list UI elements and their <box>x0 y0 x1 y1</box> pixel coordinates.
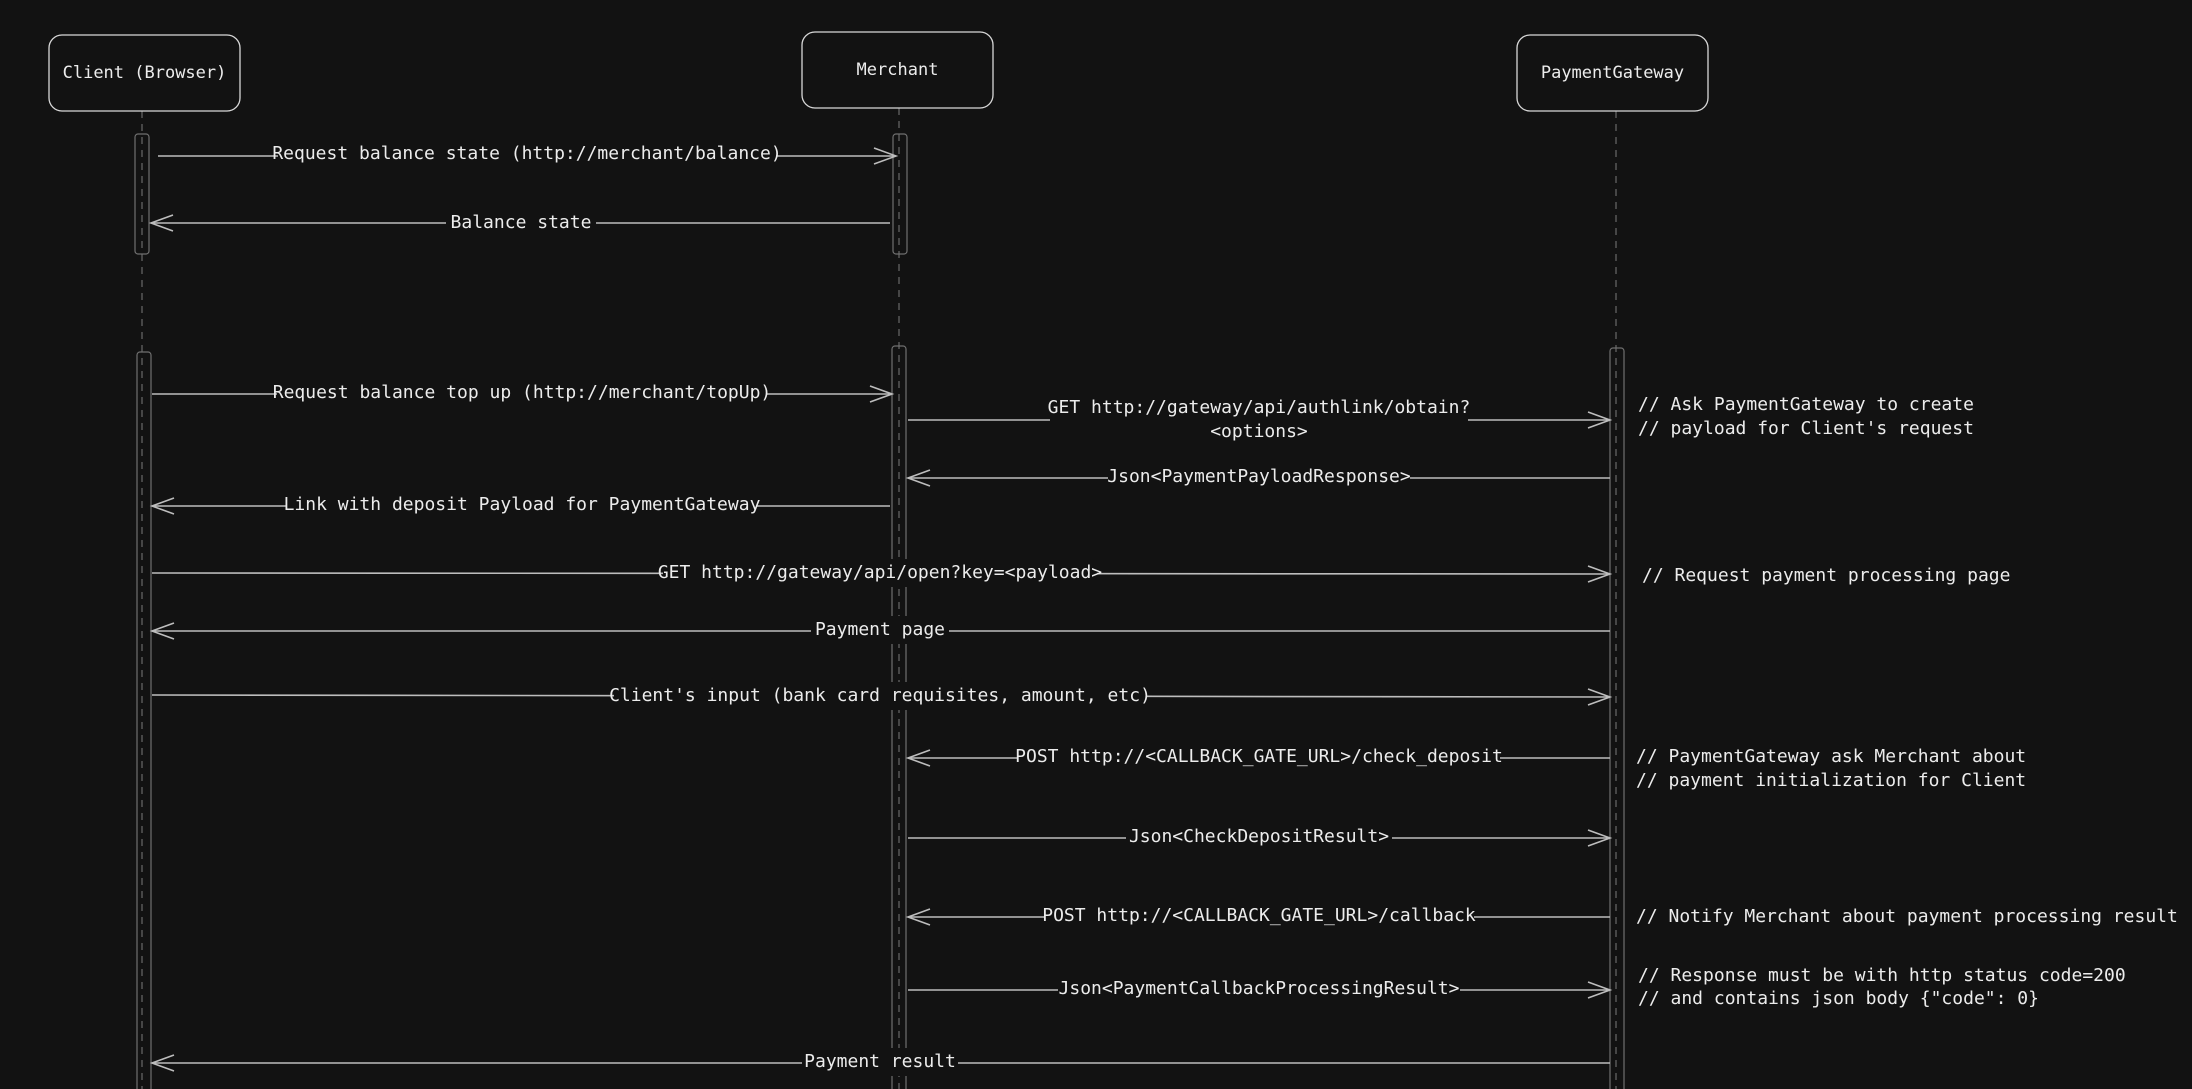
participant-gateway: PaymentGateway <box>1516 34 1709 112</box>
message-request-balance-top-up: Request balance top up (http://merchant/… <box>152 379 895 407</box>
message-get-authlink: GET http://gateway/api/authlink/obtain? … <box>908 396 1613 444</box>
message-label-line-2: <options> <box>1210 421 1308 442</box>
note-notify-merchant: // Notify Merchant about payment process… <box>1636 906 2178 927</box>
note-ask-gateway: // Ask PaymentGateway to create // paylo… <box>1638 394 1974 439</box>
activation-gateway-1 <box>1609 347 1625 1089</box>
message-request-balance-state: Request balance state (http://merchant/b… <box>158 140 899 168</box>
activation-client-2 <box>136 351 152 1089</box>
note-response-requirements: // Response must be with http status cod… <box>1638 965 2126 1009</box>
message-json-payment-callback-result: Json<PaymentCallbackProcessingResult> <box>908 975 1613 1003</box>
message-json-payment-payload-response: Json<PaymentPayloadResponse> <box>905 463 1610 491</box>
message-payment-result: Payment result <box>149 1048 1610 1076</box>
message-label: Json<PaymentPayloadResponse> <box>1107 466 1411 487</box>
message-post-check-deposit: POST http://<CALLBACK_GATE_URL>/check_de… <box>905 743 1610 771</box>
message-label: POST http://<CALLBACK_GATE_URL>/callback <box>1042 905 1476 926</box>
participant-label-merchant: Merchant <box>857 60 939 80</box>
message-label: Json<PaymentCallbackProcessingResult> <box>1059 978 1460 999</box>
message-post-callback: POST http://<CALLBACK_GATE_URL>/callback <box>905 902 1610 930</box>
participant-merchant: Merchant <box>801 31 994 109</box>
note-line-1: // Ask PaymentGateway to create <box>1638 394 1974 415</box>
note-line-1: // Request payment processing page <box>1642 565 2010 586</box>
message-label: POST http://<CALLBACK_GATE_URL>/check_de… <box>1015 746 1503 767</box>
message-link-with-deposit-payload: Link with deposit Payload for PaymentGat… <box>149 491 890 519</box>
message-label: Client's input (bank card requisites, am… <box>609 685 1151 706</box>
message-get-open-payload: GET http://gateway/api/open?key=<payload… <box>151 559 1613 587</box>
messages: Request balance state (http://merchant/b… <box>148 140 1613 1076</box>
note-line-2: // payload for Client's request <box>1638 418 1974 439</box>
note-line-2: // payment initialization for Client <box>1636 770 2026 791</box>
participants: Client (Browser) Merchant PaymentGateway <box>48 31 1709 112</box>
note-line-1: // Response must be with http status cod… <box>1638 965 2126 986</box>
message-label-line-1: GET http://gateway/api/authlink/obtain? <box>1048 397 1471 418</box>
activation-merchant-1 <box>892 133 908 255</box>
notes: // Ask PaymentGateway to create // paylo… <box>1636 394 2178 1009</box>
activation-bars <box>134 133 1625 1089</box>
participant-label-gateway: PaymentGateway <box>1541 63 1684 83</box>
lifelines <box>141 108 1617 1089</box>
message-label: Json<CheckDepositResult> <box>1129 826 1389 847</box>
message-balance-state: Balance state <box>148 209 890 237</box>
note-line-1: // PaymentGateway ask Merchant about <box>1636 746 2026 767</box>
message-label: Request balance top up (http://merchant/… <box>273 382 772 403</box>
note-line-2: // and contains json body {"code": 0} <box>1638 988 2039 1009</box>
sequence-diagram: Client (Browser) Merchant PaymentGateway… <box>48 31 2178 1089</box>
message-label: Link with deposit Payload for PaymentGat… <box>284 494 761 515</box>
message-payment-page: Payment page <box>149 616 1610 644</box>
participant-label-client: Client (Browser) <box>63 63 227 83</box>
activation-merchant-2 <box>891 345 907 1089</box>
message-label: GET http://gateway/api/open?key=<payload… <box>658 562 1102 583</box>
note-gateway-ask-merchant: // PaymentGateway ask Merchant about // … <box>1636 746 2026 791</box>
message-label: Payment page <box>815 619 945 640</box>
message-json-check-deposit-result: Json<CheckDepositResult> <box>908 823 1613 851</box>
participant-client: Client (Browser) <box>48 34 241 112</box>
note-request-processing-page: // Request payment processing page <box>1642 565 2010 586</box>
message-client-input: Client's input (bank card requisites, am… <box>151 682 1613 710</box>
message-label: Balance state <box>451 212 592 233</box>
note-line-1: // Notify Merchant about payment process… <box>1636 906 2178 927</box>
message-label: Payment result <box>804 1051 956 1072</box>
message-label: Request balance state (http://merchant/b… <box>272 143 781 164</box>
